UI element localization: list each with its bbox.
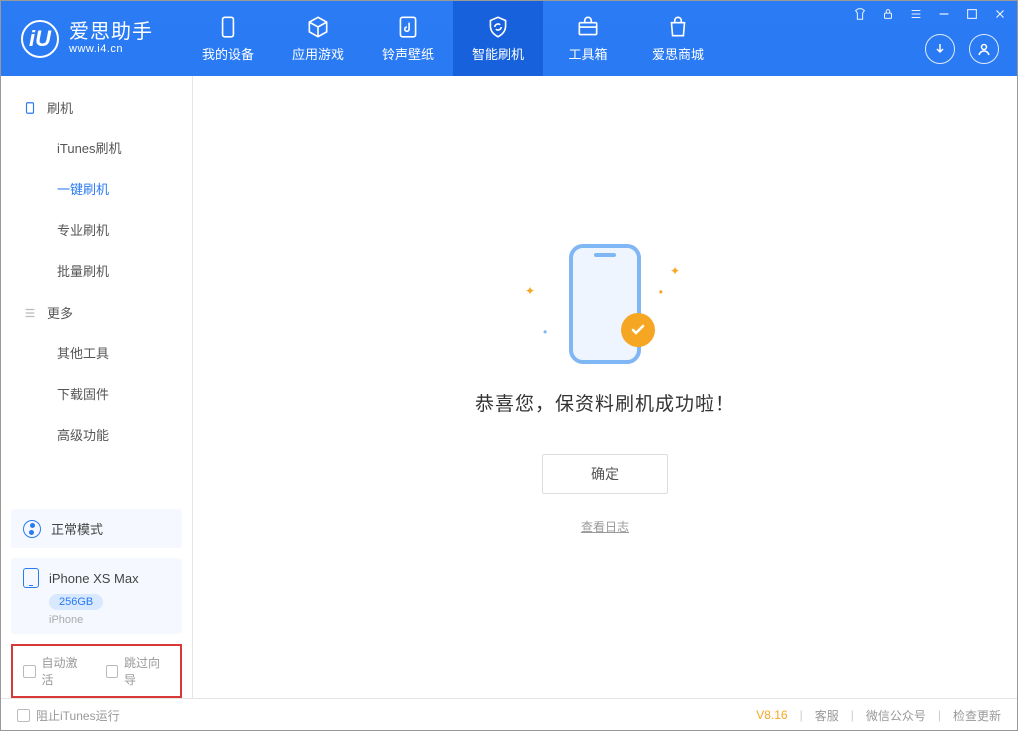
success-message: 恭喜您，保资料刷机成功啦！ bbox=[475, 389, 735, 416]
sidebar-item-itunes-flash[interactable]: iTunes刷机 bbox=[1, 127, 192, 168]
device-storage-badge: 256GB bbox=[49, 594, 103, 610]
main-tabs: 我的设备 应用游戏 铃声壁纸 智能刷机 工具箱 爱思商城 bbox=[183, 1, 723, 76]
tab-smart-flash[interactable]: 智能刷机 bbox=[453, 1, 543, 76]
app-name: 爱思助手 bbox=[69, 21, 153, 43]
checkbox-icon bbox=[23, 665, 36, 678]
lock-icon[interactable] bbox=[881, 7, 895, 21]
checkbox-block-itunes[interactable]: 阻止iTunes运行 bbox=[17, 707, 120, 724]
sidebar-item-batch-flash[interactable]: 批量刷机 bbox=[1, 250, 192, 291]
sparkle-icon: ✦ bbox=[670, 264, 680, 278]
checkbox-skip-guide[interactable]: 跳过向导 bbox=[106, 654, 171, 688]
tab-store[interactable]: 爱思商城 bbox=[633, 1, 723, 76]
phone-graphic bbox=[569, 244, 641, 364]
window-controls bbox=[853, 7, 1007, 21]
success-illustration: ✦ ✦ • • bbox=[525, 239, 685, 369]
ok-button[interactable]: 确定 bbox=[542, 454, 668, 494]
mode-status-card[interactable]: 正常模式 bbox=[11, 509, 182, 548]
tab-my-device[interactable]: 我的设备 bbox=[183, 1, 273, 76]
sidebar-group-flash: 刷机 bbox=[1, 86, 192, 127]
maximize-icon[interactable] bbox=[965, 7, 979, 21]
view-log-link[interactable]: 查看日志 bbox=[581, 518, 629, 535]
checkbox-icon bbox=[106, 665, 119, 678]
footer-link-wechat[interactable]: 微信公众号 bbox=[866, 707, 926, 724]
tab-ringtones[interactable]: 铃声壁纸 bbox=[363, 1, 453, 76]
tab-label: 智能刷机 bbox=[472, 44, 524, 63]
list-icon bbox=[23, 306, 37, 320]
sidebar-group-more: 更多 bbox=[1, 291, 192, 332]
main-content: ✦ ✦ • • 恭喜您，保资料刷机成功啦！ 确定 查看日志 bbox=[193, 76, 1017, 698]
sidebar-item-advanced[interactable]: 高级功能 bbox=[1, 414, 192, 455]
shirt-icon[interactable] bbox=[853, 7, 867, 21]
status-icon bbox=[23, 520, 41, 538]
footer-link-support[interactable]: 客服 bbox=[815, 707, 839, 724]
logo-icon: iU bbox=[21, 20, 59, 58]
device-name: iPhone XS Max bbox=[49, 571, 139, 586]
device-type: iPhone bbox=[49, 614, 170, 626]
app-url: www.i4.cn bbox=[69, 43, 153, 55]
sidebar-item-download-firmware[interactable]: 下载固件 bbox=[1, 373, 192, 414]
bag-icon bbox=[665, 14, 691, 40]
footer-link-update[interactable]: 检查更新 bbox=[953, 707, 1001, 724]
download-button[interactable] bbox=[925, 34, 955, 64]
tab-label: 铃声壁纸 bbox=[382, 44, 434, 63]
tab-toolbox[interactable]: 工具箱 bbox=[543, 1, 633, 76]
sparkle-icon: ✦ bbox=[525, 284, 535, 298]
device-card[interactable]: iPhone XS Max 256GB iPhone bbox=[11, 558, 182, 634]
header-actions bbox=[925, 34, 999, 64]
status-bar: 阻止iTunes运行 V8.16 | 客服 | 微信公众号 | 检查更新 bbox=[1, 698, 1017, 731]
device-phone-icon bbox=[23, 568, 39, 588]
tab-label: 爱思商城 bbox=[652, 44, 704, 63]
close-icon[interactable] bbox=[993, 7, 1007, 21]
minimize-icon[interactable] bbox=[937, 7, 951, 21]
app-header: iU 爱思助手 www.i4.cn 我的设备 应用游戏 铃声壁纸 智能刷机 工具… bbox=[1, 1, 1017, 76]
logo: iU 爱思助手 www.i4.cn bbox=[1, 20, 173, 58]
check-badge-icon bbox=[621, 313, 655, 347]
checkbox-icon bbox=[17, 709, 30, 722]
phone-icon bbox=[215, 14, 241, 40]
status-label: 正常模式 bbox=[51, 519, 103, 538]
checkbox-auto-activate[interactable]: 自动激活 bbox=[23, 654, 88, 688]
sidebar-item-other-tools[interactable]: 其他工具 bbox=[1, 332, 192, 373]
tab-apps-games[interactable]: 应用游戏 bbox=[273, 1, 363, 76]
tab-label: 我的设备 bbox=[202, 44, 254, 63]
sidebar: 刷机 iTunes刷机 一键刷机 专业刷机 批量刷机 更多 其他工具 下载固件 … bbox=[1, 76, 193, 698]
sidebar-item-oneclick-flash[interactable]: 一键刷机 bbox=[1, 168, 192, 209]
sidebar-item-pro-flash[interactable]: 专业刷机 bbox=[1, 209, 192, 250]
sparkle-icon: • bbox=[659, 285, 663, 299]
version-label: V8.16 bbox=[756, 708, 787, 722]
music-file-icon bbox=[395, 14, 421, 40]
user-button[interactable] bbox=[969, 34, 999, 64]
cube-icon bbox=[305, 14, 331, 40]
tab-label: 应用游戏 bbox=[292, 44, 344, 63]
sparkle-icon: • bbox=[543, 325, 547, 339]
tab-label: 工具箱 bbox=[568, 44, 607, 63]
menu-icon[interactable] bbox=[909, 7, 923, 21]
toolbox-icon bbox=[575, 14, 601, 40]
phone-small-icon bbox=[23, 101, 37, 115]
refresh-shield-icon bbox=[485, 14, 511, 40]
options-highlight-box: 自动激活 跳过向导 bbox=[11, 644, 182, 698]
